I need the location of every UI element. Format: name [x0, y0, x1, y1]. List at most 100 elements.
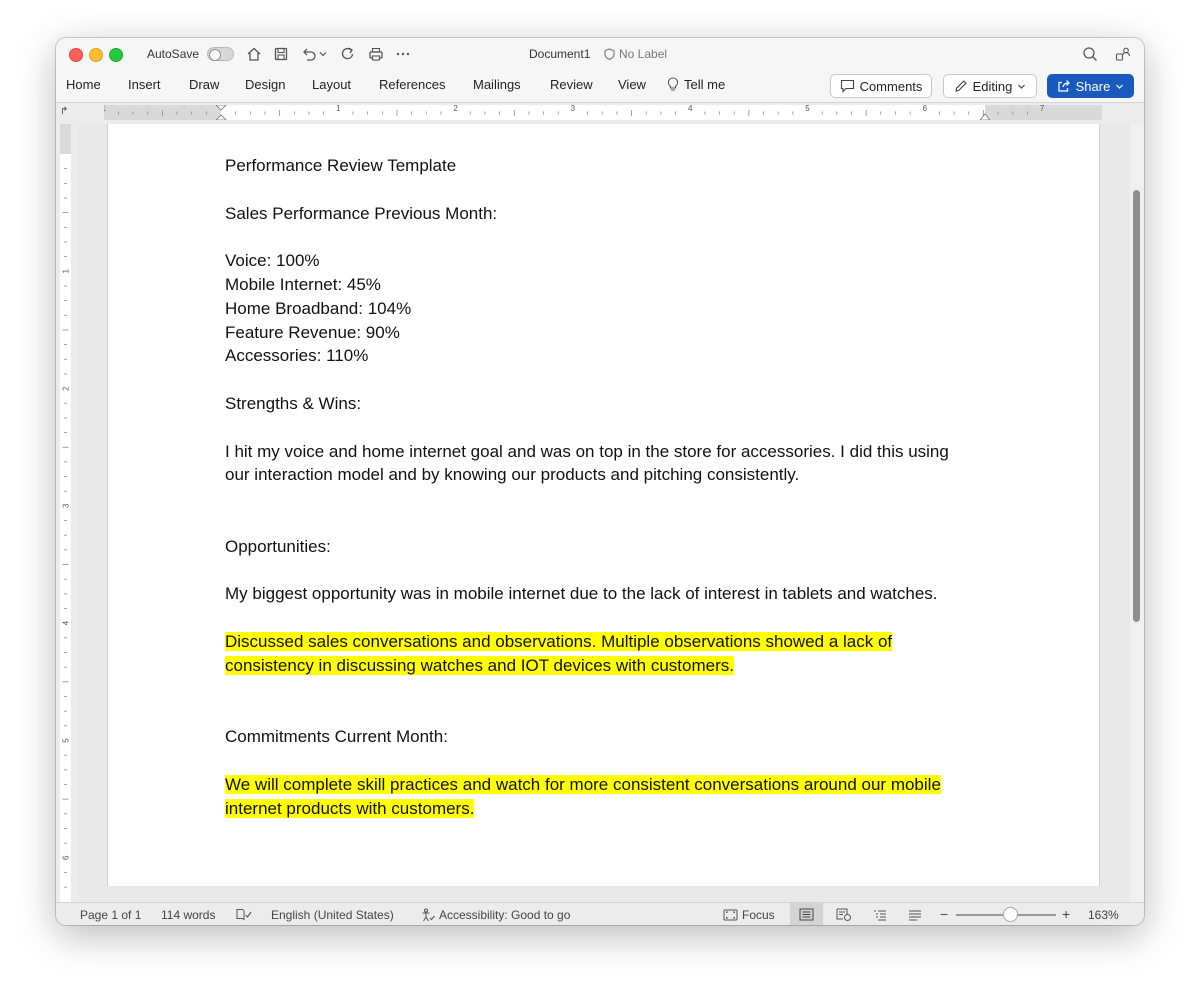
- tab-mailings[interactable]: Mailings: [473, 77, 521, 92]
- editing-mode-button[interactable]: Editing: [943, 74, 1037, 98]
- vertical-ruler-number: 5: [62, 738, 71, 743]
- undo-icon[interactable]: [300, 45, 318, 63]
- ruler-ticks: 1 1 2 3 4 5 6 7: [104, 105, 1045, 120]
- tab-home[interactable]: Home: [66, 77, 101, 92]
- vertical-ruler[interactable]: 1 2 3 4 5 6: [56, 124, 78, 902]
- tab-draw[interactable]: Draw: [189, 77, 219, 92]
- ribbon-tabs: Home Insert Draw Design Layout Reference…: [56, 70, 1144, 102]
- metric-feature-revenue: Feature Revenue: 90%: [225, 322, 400, 342]
- focus-icon: [723, 909, 738, 921]
- share-label: Share: [1075, 78, 1111, 94]
- vertical-ruler-track: 1 2 3 4 5 6: [60, 124, 71, 902]
- vertical-ruler-ticks: 1 2 3 4 5 6: [62, 168, 71, 888]
- share-button[interactable]: Share: [1047, 74, 1134, 98]
- zoom-slider-knob[interactable]: [1003, 907, 1018, 922]
- shield-icon: [604, 48, 615, 60]
- redo-icon[interactable]: [339, 45, 357, 63]
- ruler-number: 1: [104, 105, 106, 113]
- undo-dropdown-icon[interactable]: [318, 45, 328, 63]
- print-layout-icon[interactable]: [790, 903, 823, 925]
- comment-icon: [840, 79, 854, 93]
- tab-insert[interactable]: Insert: [128, 77, 161, 92]
- ruler-number: 6: [923, 105, 928, 113]
- ruler-number: 4: [688, 105, 693, 113]
- home-icon[interactable]: [245, 45, 263, 63]
- minimize-window-button[interactable]: [89, 48, 103, 62]
- metric-mobile-internet: Mobile Internet: 45%: [225, 274, 381, 294]
- tab-references[interactable]: References: [379, 77, 445, 92]
- word-count[interactable]: 114 words: [161, 908, 215, 922]
- save-icon[interactable]: [272, 45, 290, 63]
- language-indicator[interactable]: English (United States): [271, 908, 394, 922]
- sensitivity-label-text: No Label: [619, 47, 668, 61]
- ruler-number: 7: [1040, 105, 1045, 113]
- title-bar: AutoSave Document1 No Label: [56, 38, 1144, 70]
- vertical-ruler-number: 1: [62, 269, 71, 274]
- document-page[interactable]: Performance Review Template Sales Perfor…: [107, 124, 1100, 886]
- strengths-paragraph: I hit my voice and home internet goal an…: [225, 441, 949, 485]
- comments-button[interactable]: Comments: [830, 74, 932, 98]
- word-window: AutoSave Document1 No Label Home Insert …: [56, 38, 1144, 925]
- proofing-icon[interactable]: [236, 908, 252, 921]
- tab-view[interactable]: View: [618, 77, 646, 92]
- zoom-level[interactable]: 163%: [1088, 908, 1119, 922]
- tell-me-label: Tell me: [684, 77, 726, 92]
- pencil-icon: [954, 80, 967, 92]
- autosave-toggle[interactable]: [207, 47, 234, 61]
- autosave-label: AutoSave: [147, 47, 200, 61]
- sensitivity-label[interactable]: No Label: [604, 47, 667, 61]
- doc-title-line: Performance Review Template: [225, 156, 457, 175]
- close-window-button[interactable]: [69, 48, 83, 62]
- zoom-window-button[interactable]: [109, 48, 123, 62]
- more-icon[interactable]: [394, 45, 412, 63]
- accessibility-icon: [422, 908, 435, 922]
- right-indent-marker[interactable]: [979, 113, 991, 120]
- section-heading-opportunities: Opportunities:: [225, 536, 331, 556]
- document-canvas: 1 2 3 4 5 6 Performance Review Template Sales…: [56, 124, 1144, 902]
- indent-marker[interactable]: [215, 105, 227, 120]
- metric-voice: Voice: 100%: [225, 251, 320, 271]
- scrollbar-thumb[interactable]: [1133, 190, 1140, 622]
- tell-me-box[interactable]: Tell me: [667, 77, 725, 92]
- document-body[interactable]: Performance Review Template Sales Perfor…: [225, 154, 965, 820]
- share-icon: [1058, 80, 1070, 92]
- section-heading-strengths: Strengths & Wins:: [225, 393, 362, 413]
- draft-icon[interactable]: [898, 903, 931, 925]
- print-icon[interactable]: [367, 45, 385, 63]
- lightbulb-icon: [667, 77, 679, 91]
- vertical-ruler-number: 6: [62, 855, 71, 860]
- outline-icon[interactable]: [863, 903, 896, 925]
- zoom-out-button[interactable]: −: [940, 906, 948, 922]
- tab-review[interactable]: Review: [550, 77, 593, 92]
- collaborate-icon[interactable]: [1114, 45, 1132, 63]
- accessibility-status[interactable]: Accessibility: Good to go: [421, 908, 570, 922]
- zoom-in-button[interactable]: +: [1062, 906, 1070, 922]
- section-heading-sales: Sales Performance Previous Month:: [225, 203, 498, 223]
- highlighted-commitment-text: We will complete skill practices and wat…: [225, 774, 941, 818]
- chevron-down-icon: [1018, 84, 1026, 89]
- search-icon[interactable]: [1081, 45, 1099, 63]
- focus-button[interactable]: Focus: [723, 908, 775, 922]
- page-count[interactable]: Page 1 of 1: [80, 908, 141, 922]
- document-title: Document1: [529, 47, 591, 61]
- comments-label: Comments: [859, 78, 923, 94]
- focus-label: Focus: [742, 908, 775, 922]
- tab-layout[interactable]: Layout: [312, 77, 351, 92]
- vertical-ruler-number: 2: [62, 386, 71, 391]
- opportunities-paragraph: My biggest opportunity was in mobile int…: [225, 584, 938, 604]
- chevron-down-icon: [1116, 84, 1124, 89]
- section-heading-commitments: Commitments Current Month:: [225, 727, 448, 747]
- vertical-ruler-number: 4: [62, 620, 71, 625]
- metric-home-broadband: Home Broadband: 104%: [225, 298, 412, 318]
- editing-label: Editing: [972, 78, 1013, 94]
- metric-accessories: Accessories: 110%: [225, 346, 369, 366]
- horizontal-ruler[interactable]: 1 1 2 3 4 5 6 7: [104, 105, 1102, 120]
- tab-design[interactable]: Design: [245, 77, 285, 92]
- web-layout-icon[interactable]: [827, 903, 860, 925]
- horizontal-ruler-bar: ↱ 1 1 2 3 4 5 6 7: [56, 102, 1144, 125]
- ruler-number: 2: [453, 105, 458, 113]
- status-bar: Page 1 of 1 114 words English (United St…: [56, 902, 1144, 925]
- tab-selector-icon[interactable]: ↱: [60, 106, 68, 117]
- ruler-number: 1: [336, 105, 341, 113]
- vertical-scrollbar[interactable]: [1130, 124, 1144, 902]
